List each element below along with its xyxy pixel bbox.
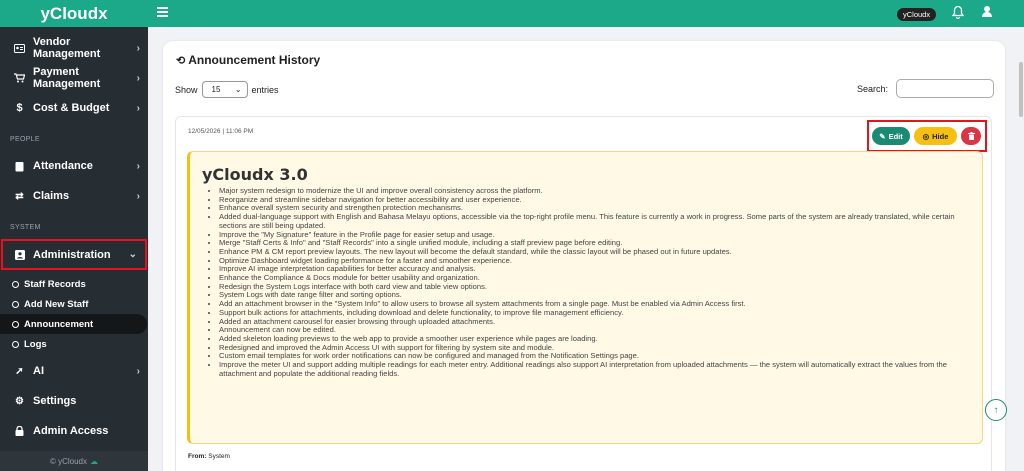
entries-length-control: Show 15 ⌄ entries bbox=[175, 81, 279, 98]
sidebar-item-label: Administration bbox=[33, 248, 111, 261]
sidebar-subitem-label: Staff Records bbox=[24, 278, 86, 290]
clipboard-icon bbox=[11, 161, 28, 172]
post-from: From: System bbox=[188, 453, 230, 460]
sidebar-subitem-staff-records[interactable]: Staff Records bbox=[0, 274, 148, 294]
sidebar-item-label: Settings bbox=[33, 395, 77, 407]
circle-icon bbox=[12, 300, 19, 308]
sidebar-item-ai[interactable]: ➚ AI › bbox=[0, 356, 148, 386]
arrow-up-icon: ↑ bbox=[993, 404, 999, 416]
sidebar-subitem-label: Announcement bbox=[24, 318, 94, 330]
bell-icon[interactable] bbox=[951, 5, 965, 24]
id-card-icon bbox=[11, 43, 28, 53]
lock-icon bbox=[11, 426, 28, 436]
edit-label: Edit bbox=[888, 131, 903, 141]
sidebar-item-administration[interactable]: Administration ⌄ bbox=[1, 239, 147, 270]
sidebar-item-admin-access[interactable]: Admin Access bbox=[0, 416, 148, 446]
sidebar-footer: © yCloudx ☁ bbox=[0, 451, 148, 471]
chevron-right-icon: › bbox=[136, 160, 140, 172]
chevron-down-icon: ⌄ bbox=[234, 85, 242, 94]
pencil-icon: ✎ bbox=[879, 131, 886, 141]
sidebar-item-label: Payment Management bbox=[33, 66, 101, 90]
circle-icon bbox=[12, 320, 19, 328]
announcement-item: 12/05/2026 | 11:06 PM ✎ Edit ◎ Hide yClo… bbox=[175, 116, 992, 471]
post-date: 12/05/2026 | 11:06 PM bbox=[188, 128, 254, 135]
entries-label: entries bbox=[251, 84, 279, 95]
sidebar-item-label: Vendor Management bbox=[33, 36, 101, 60]
from-label: From: bbox=[188, 453, 207, 460]
eye-slash-icon: ◎ bbox=[922, 131, 930, 141]
cart-icon bbox=[11, 73, 28, 83]
sidebar-item-label: AI bbox=[33, 365, 44, 377]
brand-logo[interactable]: yCloudx bbox=[0, 0, 148, 27]
dollar-icon: $ bbox=[16, 102, 23, 114]
scroll-to-top-button[interactable]: ↑ bbox=[985, 399, 1007, 421]
section-people: PEOPLE bbox=[10, 135, 40, 143]
sidebar-item-label: Admin Access bbox=[33, 425, 109, 437]
user-box-icon bbox=[11, 249, 28, 260]
sidebar-item-attendance[interactable]: Attendance › bbox=[0, 151, 148, 181]
circle-icon bbox=[12, 340, 19, 348]
entries-select-value: 15 bbox=[211, 85, 221, 94]
sidebar-item-cost-budget[interactable]: $ Cost & Budget › bbox=[0, 93, 148, 123]
announcement-list-item: Improve the meter UI and support adding … bbox=[219, 360, 967, 378]
announcement-title: yCloudx 3.0 bbox=[202, 165, 308, 184]
sidebar-item-label: Claims bbox=[33, 190, 70, 202]
chevron-right-icon: › bbox=[136, 42, 140, 54]
announcement-list: Major system redesign to modernize the U… bbox=[207, 186, 967, 378]
exchange-icon: ⇄ bbox=[15, 190, 24, 202]
page-title: ⟲ Announcement History bbox=[176, 53, 320, 67]
trash-icon bbox=[967, 132, 975, 140]
sidebar-subitem-label: Logs bbox=[24, 338, 47, 350]
user-badge[interactable]: yCloudx bbox=[897, 8, 937, 21]
sidebar-item-settings[interactable]: ⚙ Settings bbox=[0, 386, 148, 416]
menu-toggle-icon[interactable] bbox=[157, 7, 168, 17]
search-control: Search: bbox=[857, 79, 994, 98]
search-input[interactable] bbox=[896, 79, 994, 98]
announcement-card: ⟲ Announcement History Show 15 ⌄ entries… bbox=[163, 41, 1005, 471]
footer-copyright: © yCloudx bbox=[49, 456, 88, 466]
search-label: Search: bbox=[856, 83, 888, 94]
gear-icon: ⚙ bbox=[15, 395, 24, 407]
chevron-right-icon: › bbox=[136, 72, 140, 84]
sidebar-item-payment-management[interactable]: Payment Management › bbox=[0, 63, 148, 93]
chevron-right-icon: › bbox=[136, 190, 140, 202]
delete-button[interactable] bbox=[961, 127, 981, 145]
sidebar-item-vendor-management[interactable]: Vendor Management › bbox=[0, 33, 148, 63]
page-title-text: Announcement History bbox=[188, 53, 321, 67]
entries-select[interactable]: 15 ⌄ bbox=[201, 81, 248, 98]
sidebar-subitem-label: Add New Staff bbox=[24, 298, 89, 310]
announcement-list-item: Added dual-language support with English… bbox=[219, 212, 967, 230]
announcement-body: yCloudx 3.0 Major system redesign to mod… bbox=[187, 151, 983, 444]
from-value: System bbox=[208, 453, 230, 460]
sidebar: yCloudx Vendor Management › Payment Mana… bbox=[0, 0, 148, 471]
sidebar-subitem-add-new-staff[interactable]: Add New Staff bbox=[0, 294, 148, 314]
cloud-icon: ☁ bbox=[90, 456, 99, 466]
sidebar-item-label: Attendance bbox=[33, 160, 93, 172]
circle-icon bbox=[12, 280, 19, 288]
sidebar-subitem-logs[interactable]: Logs bbox=[0, 334, 148, 354]
hide-button[interactable]: ◎ Hide bbox=[914, 127, 957, 145]
sidebar-item-claims[interactable]: ⇄ Claims › bbox=[0, 181, 148, 211]
sidebar-subitem-announcement[interactable]: Announcement bbox=[0, 314, 147, 334]
show-label: Show bbox=[175, 84, 198, 95]
chevron-right-icon: › bbox=[136, 365, 140, 377]
edit-button[interactable]: ✎ Edit bbox=[872, 127, 910, 145]
chevron-down-icon: ⌄ bbox=[128, 249, 137, 260]
post-actions: ✎ Edit ◎ Hide bbox=[867, 120, 987, 152]
section-system: SYSTEM bbox=[10, 223, 41, 231]
topbar: yCloudx bbox=[148, 0, 1024, 27]
sidebar-item-label: Cost & Budget bbox=[33, 102, 110, 114]
chevron-right-icon: › bbox=[136, 102, 140, 114]
rocket-icon: ➚ bbox=[15, 365, 24, 377]
history-icon: ⟲ bbox=[176, 54, 186, 67]
scrollbar[interactable] bbox=[1019, 62, 1023, 117]
user-icon[interactable] bbox=[982, 5, 992, 23]
hide-label: Hide bbox=[932, 131, 949, 141]
